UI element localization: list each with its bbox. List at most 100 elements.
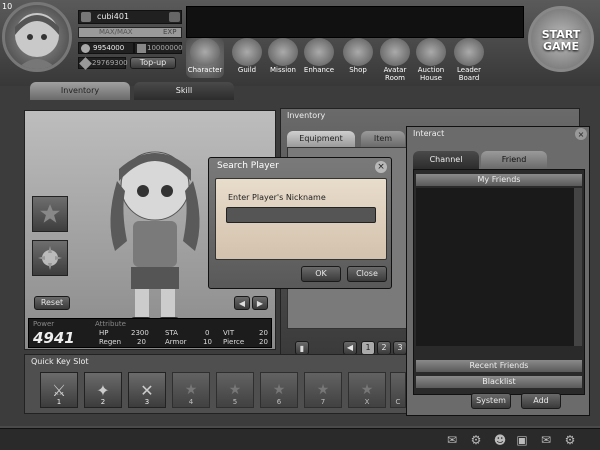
inventory-title: Inventory <box>287 111 326 120</box>
ok-button[interactable]: OK <box>301 266 341 282</box>
blacklist-header[interactable]: Blacklist <box>416 376 582 388</box>
page-2[interactable]: 2 <box>377 341 391 355</box>
points-icon <box>137 44 146 53</box>
nav-guild[interactable]: Guild <box>228 38 266 78</box>
page-1[interactable]: 1 <box>361 341 375 355</box>
dialog-title: Search Player <box>217 161 279 171</box>
emblem-slot[interactable] <box>32 196 68 232</box>
mail-icon[interactable]: ✉ <box>538 432 554 448</box>
tab-inventory[interactable]: Inventory <box>30 82 130 100</box>
arrow-left-icon: ◀ <box>238 298 246 308</box>
quick-slot-4[interactable]: ★ 4 <box>172 372 210 408</box>
nickname-input[interactable] <box>226 207 376 223</box>
dialog-body: Enter Player's Nickname <box>215 178 387 260</box>
crossed-weapons-icon: ✕ <box>140 380 154 400</box>
gold-field: 9954000 <box>78 42 134 54</box>
friend-list-area: My Friends Recent Friends Blacklist <box>413 169 585 395</box>
tab-channel[interactable]: Channel <box>413 151 479 169</box>
gear-icon[interactable]: ⚙ <box>468 432 484 448</box>
quick-slot-1[interactable]: ⚔ 1 <box>40 372 78 408</box>
nav-auction-house[interactable]: Auction House <box>412 38 450 82</box>
chat-bubble-icon[interactable]: ✉ <box>444 432 460 448</box>
quick-slot-6[interactable]: ★ 6 <box>260 372 298 408</box>
dialog-close-icon[interactable]: × <box>375 161 387 173</box>
quick-slot-2[interactable]: ✦ 2 <box>84 372 122 408</box>
exp-suffix: EXP <box>163 28 177 36</box>
nav-shop[interactable]: Shop <box>339 38 377 78</box>
player-level: 10 <box>2 2 13 11</box>
tab-friend[interactable]: Friend <box>481 151 547 169</box>
settings-icon[interactable]: ⚙ <box>562 432 578 448</box>
reset-button[interactable]: Reset <box>34 296 70 310</box>
slot-key: C <box>395 398 401 406</box>
slot-key: 7 <box>320 398 326 406</box>
tab-skill[interactable]: Skill <box>134 82 234 100</box>
sword-icon: ⚔ <box>51 380 67 400</box>
slot-key: 1 <box>56 398 62 406</box>
attr-hp-value: 2300 <box>131 329 149 337</box>
nav-label: Avatar Room <box>383 66 407 82</box>
points-value: 10000000 <box>147 44 183 52</box>
topup-button[interactable]: Top-up <box>130 57 176 69</box>
page-3[interactable]: 3 <box>393 341 407 355</box>
quick-slot-5[interactable]: ★ 5 <box>216 372 254 408</box>
arrow-right-icon: ▶ <box>256 298 264 308</box>
my-friends-list[interactable] <box>416 188 574 346</box>
nav-mission[interactable]: Mission <box>264 38 302 78</box>
start-game-button[interactable]: START GAME <box>528 6 594 72</box>
quick-slot-c[interactable]: C <box>390 372 406 408</box>
search-player-dialog: Search Player × Enter Player's Nickname … <box>208 157 392 289</box>
rank-icon <box>81 12 91 22</box>
close-button[interactable]: Close <box>347 266 387 282</box>
character-icon <box>190 38 220 66</box>
attr-pierce-name: Pierce <box>223 338 245 346</box>
slot-key: 6 <box>276 398 282 406</box>
nav-avatar-room[interactable]: Avatar Room <box>376 38 414 82</box>
points-field: 10000000 <box>134 42 183 54</box>
slot-key: 2 <box>100 398 106 406</box>
quick-slot-7[interactable]: ★ 7 <box>304 372 342 408</box>
star-icon: ★ <box>360 382 374 398</box>
friends-scrollbar[interactable] <box>574 188 582 346</box>
star-icon: ★ <box>184 382 198 398</box>
add-button[interactable]: Add <box>521 393 561 409</box>
spiky-ball-icon <box>38 246 62 270</box>
star-icon <box>40 204 60 223</box>
chat-box[interactable] <box>186 6 524 38</box>
quick-slot-x[interactable]: ★ X <box>348 372 386 408</box>
nav-character[interactable]: Character <box>186 38 224 78</box>
attr-regen-value: 20 <box>137 338 146 346</box>
power-value: 4941 <box>33 329 75 347</box>
nav-enhance[interactable]: Enhance <box>300 38 338 78</box>
avatar-room-icon <box>380 38 410 66</box>
page-prev-button[interactable]: ◀ <box>343 341 357 355</box>
trash-button[interactable]: ▮ <box>295 341 309 355</box>
recent-friends-header[interactable]: Recent Friends <box>416 360 582 372</box>
trash-icon: ▮ <box>299 343 305 353</box>
nickname-prompt: Enter Player's Nickname <box>228 193 326 202</box>
edit-icon[interactable] <box>169 12 180 22</box>
exp-bar: MAX/MAX EXP <box>78 27 182 38</box>
rotate-left-button[interactable]: ◀ <box>234 296 250 310</box>
nav-leaderboard[interactable]: Leader Board <box>450 38 488 82</box>
nav-label: Guild <box>237 66 257 74</box>
tab-equipment[interactable]: Equipment <box>287 131 355 147</box>
nav-label: Enhance <box>303 66 335 74</box>
tab-item[interactable]: Item <box>361 131 405 147</box>
quick-slot-3[interactable]: ✕ 3 <box>128 372 166 408</box>
star-icon: ★ <box>316 382 330 398</box>
system-button[interactable]: System <box>471 393 511 409</box>
attr-armor-name: Armor <box>165 338 187 346</box>
gems-field: 29769300 <box>78 57 128 70</box>
pet-slot[interactable] <box>32 240 68 276</box>
close-icon[interactable]: × <box>575 128 587 140</box>
attr-vit-value: 20 <box>259 329 268 337</box>
people-icon[interactable]: ☻ <box>492 432 508 448</box>
gem-icon <box>79 57 92 70</box>
attribute-label: Attribute <box>95 320 126 328</box>
attr-sta-name: STA <box>165 329 178 337</box>
rotate-right-button[interactable]: ▶ <box>252 296 268 310</box>
my-friends-header[interactable]: My Friends <box>416 174 582 186</box>
bag-icon[interactable]: ▣ <box>514 432 530 448</box>
slot-key: X <box>364 398 370 406</box>
